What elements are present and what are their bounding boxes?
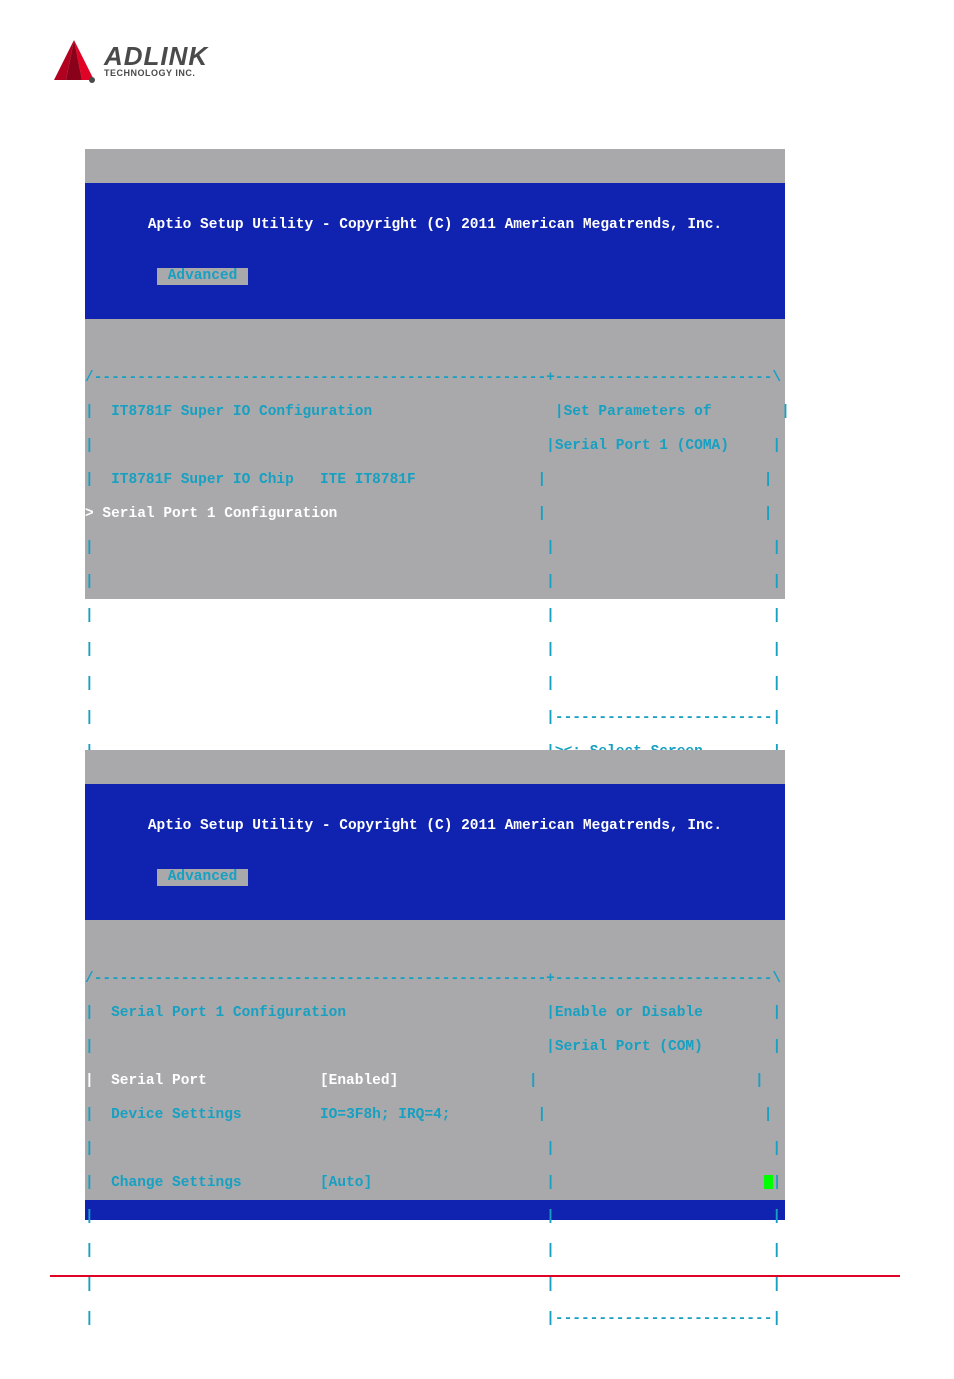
bios-screen-super-io: Aptio Setup Utility - Copyright (C) 2011…	[85, 149, 785, 599]
tab-advanced[interactable]: Advanced	[157, 869, 248, 886]
bios-title-bar: Aptio Setup Utility - Copyright (C) 2011…	[85, 784, 785, 920]
adlink-logo-text: ADLINK TECHNOLOGY INC.	[104, 43, 208, 78]
menu-item-serial-port-1-config[interactable]: > Serial Port 1 Configuration	[85, 506, 538, 522]
panel-heading: IT8781F Super IO Configuration	[111, 404, 372, 420]
text-cursor	[764, 1175, 773, 1189]
bios-screen-serial-port-config: Aptio Setup Utility - Copyright (C) 2011…	[85, 750, 785, 1200]
bios-tab-row: Advanced	[93, 869, 777, 886]
logo-subtext: TECHNOLOGY INC.	[104, 69, 208, 78]
bios-title: Aptio Setup Utility - Copyright (C) 2011…	[93, 818, 777, 835]
help-line-1: Set Parameters of	[564, 404, 712, 420]
device-settings-value: IO=3F8h; IRQ=4;	[320, 1107, 451, 1123]
bios-body: /---------------------------------------…	[85, 954, 785, 1362]
bios-tab-row: Advanced	[93, 268, 777, 285]
panel-heading: Serial Port 1 Configuration	[111, 1005, 346, 1021]
help-line-2: Serial Port 1 (COMA)	[555, 438, 729, 454]
bios-title-bar: Aptio Setup Utility - Copyright (C) 2011…	[85, 183, 785, 319]
logo-brand: ADLINK	[104, 43, 208, 69]
menu-item-serial-port[interactable]: | Serial Port [Enabled]	[85, 1073, 529, 1089]
bios-title: Aptio Setup Utility - Copyright (C) 2011…	[93, 217, 777, 234]
tab-advanced[interactable]: Advanced	[157, 268, 248, 285]
device-settings-label: Device Settings	[111, 1107, 242, 1123]
menu-item-change-settings[interactable]: Change Settings [Auto]	[111, 1175, 372, 1191]
adlink-logo-mark	[50, 36, 98, 84]
chip-value: ITE IT8781F	[320, 472, 416, 488]
help-line-1: Enable or Disable	[555, 1005, 703, 1021]
help-line-2: Serial Port (COM)	[555, 1039, 703, 1055]
adlink-logo: ADLINK TECHNOLOGY INC.	[50, 30, 225, 90]
chip-label: IT8781F Super IO Chip	[111, 472, 294, 488]
page-divider	[50, 1275, 900, 1277]
